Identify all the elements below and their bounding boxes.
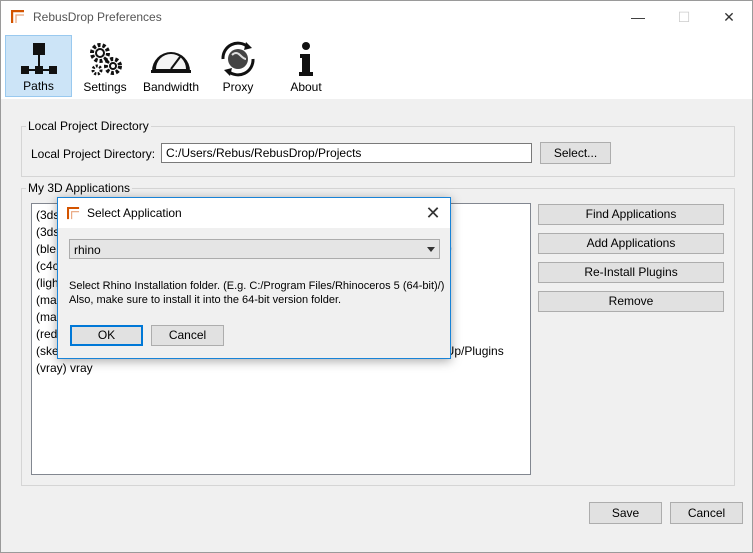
dialog-cancel-button[interactable]: Cancel: [151, 325, 224, 346]
select-directory-button[interactable]: Select...: [540, 142, 611, 164]
list-item[interactable]: (vray) vray: [36, 361, 93, 375]
list-item[interactable]: (ligh: [36, 276, 59, 290]
dialog-message-line2: Also, make sure to install it into the 6…: [69, 294, 342, 306]
tab-bandwidth[interactable]: Bandwidth: [138, 35, 204, 97]
save-button[interactable]: Save: [589, 502, 662, 524]
toolbar: Paths Settings Bandwidth Proxy About: [1, 33, 752, 99]
tab-proxy[interactable]: Proxy: [205, 35, 271, 97]
title-bar: RebusDrop Preferences — ☐ ✕: [1, 1, 752, 33]
dialog-title-bar: Select Application ✕: [58, 198, 450, 228]
dialog-message-line1: Select Rhino Installation folder. (E.g. …: [69, 280, 445, 292]
tab-about[interactable]: About: [273, 35, 339, 97]
paths-icon: [20, 43, 57, 74]
list-item[interactable]: (3ds: [36, 225, 59, 239]
tab-bandwidth-label: Bandwidth: [142, 80, 200, 94]
rebusdrop-logo-icon: [67, 207, 80, 220]
speedometer-icon: [151, 52, 191, 73]
remove-application-button[interactable]: Remove: [538, 291, 724, 312]
application-select[interactable]: rhino: [69, 239, 440, 259]
list-item[interactable]: (ble: [36, 242, 56, 256]
local-project-group-label: Local Project Directory: [26, 119, 151, 133]
select-application-dialog: Select Application ✕ rhino Select Rhino …: [57, 197, 451, 359]
tab-settings[interactable]: Settings: [72, 35, 138, 97]
add-applications-button[interactable]: Add Applications: [538, 233, 724, 254]
dialog-close-button[interactable]: ✕: [416, 198, 450, 228]
gears-icon: [90, 43, 122, 76]
rebusdrop-logo-icon: [11, 10, 24, 23]
list-item[interactable]: (ske: [36, 344, 59, 358]
find-applications-button[interactable]: Find Applications: [538, 204, 724, 225]
list-item[interactable]: (3ds: [36, 208, 59, 222]
tab-paths[interactable]: Paths: [5, 35, 72, 97]
tab-about-label: About: [290, 80, 322, 94]
dialog-title: Select Application: [87, 206, 182, 220]
tab-proxy-label: Proxy: [222, 80, 254, 94]
list-item[interactable]: (red: [36, 327, 57, 341]
globe-sync-icon: [221, 41, 255, 77]
window-title: RebusDrop Preferences: [33, 10, 162, 24]
reinstall-plugins-button[interactable]: Re-Install Plugins: [538, 262, 724, 283]
list-item[interactable]: (ma: [36, 293, 57, 307]
applications-group-label: My 3D Applications: [26, 181, 133, 195]
preferences-window: RebusDrop Preferences — ☐ ✕ Paths Settin…: [0, 0, 753, 553]
application-select-value: rhino: [74, 243, 101, 257]
tab-settings-label: Settings: [83, 80, 127, 94]
list-item[interactable]: (ma: [36, 310, 57, 324]
close-button[interactable]: ✕: [706, 1, 752, 33]
cancel-button[interactable]: Cancel: [670, 502, 743, 524]
minimize-button[interactable]: —: [615, 1, 661, 33]
list-item[interactable]: (c4c: [36, 259, 59, 273]
maximize-button[interactable]: ☐: [661, 1, 707, 33]
chevron-down-icon: [427, 247, 435, 252]
local-project-field-label: Local Project Directory:: [31, 147, 156, 161]
dialog-ok-button[interactable]: OK: [70, 325, 143, 346]
info-icon: [299, 42, 313, 76]
tab-paths-label: Paths: [23, 79, 54, 93]
local-project-directory-field[interactable]: C:/Users/Rebus/RebusDrop/Projects: [161, 143, 532, 163]
